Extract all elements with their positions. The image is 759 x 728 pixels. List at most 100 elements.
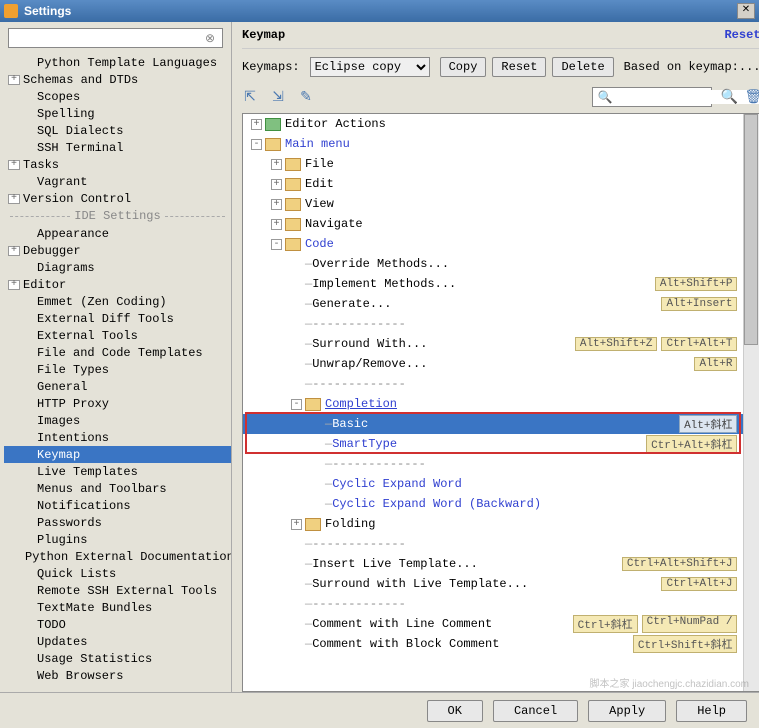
tree-toggle-icon[interactable]: + <box>251 119 262 130</box>
copy-button[interactable]: Copy <box>440 57 487 77</box>
keymap-row[interactable]: — ------------- <box>243 314 743 334</box>
keymap-row[interactable]: — ------------- <box>243 454 743 474</box>
sidebar-item[interactable]: TODO <box>4 616 231 633</box>
help-button[interactable]: Help <box>676 700 747 722</box>
keymap-row[interactable]: +Folding <box>243 514 743 534</box>
sidebar-item[interactable]: Appearance <box>4 225 231 242</box>
apply-button[interactable]: Apply <box>588 700 666 722</box>
keymap-row[interactable]: — Generate...Alt+Insert <box>243 294 743 314</box>
tree-toggle-icon[interactable]: + <box>271 199 282 210</box>
tree-toggle-icon[interactable]: + <box>271 179 282 190</box>
action-search-field[interactable]: 🔍 ⊗ <box>592 87 712 107</box>
keymap-row[interactable]: -Code <box>243 234 743 254</box>
sidebar-item[interactable]: +Schemas and DTDs <box>4 71 231 88</box>
tree-toggle-icon[interactable]: + <box>291 519 302 530</box>
keymap-row[interactable]: +Editor Actions <box>243 114 743 134</box>
sidebar-item[interactable]: File and Code Templates <box>4 344 231 361</box>
keymap-row[interactable]: — Comment with Block CommentCtrl+Shift+斜… <box>243 634 743 654</box>
keymap-row[interactable]: — Unwrap/Remove...Alt+R <box>243 354 743 374</box>
keymap-row[interactable]: — Comment with Line CommentCtrl+斜杠Ctrl+N… <box>243 614 743 634</box>
keymap-row[interactable]: — Cyclic Expand Word <box>243 474 743 494</box>
find-shortcut-icon[interactable]: 🔍 <box>720 89 736 105</box>
sidebar-tree[interactable]: Python Template Languages+Schemas and DT… <box>0 54 231 692</box>
sidebar-item[interactable]: Updates <box>4 633 231 650</box>
keymap-row[interactable]: — BasicAlt+斜杠 <box>243 414 743 434</box>
sidebar-item[interactable]: Spelling <box>4 105 231 122</box>
sidebar-item[interactable]: Passwords <box>4 514 231 531</box>
sidebar-item[interactable]: Live Templates <box>4 463 231 480</box>
sidebar-item[interactable]: Remote SSH External Tools <box>4 582 231 599</box>
sidebar-item[interactable]: Images <box>4 412 231 429</box>
close-icon[interactable]: ✕ <box>737 3 755 19</box>
delete-button[interactable]: Delete <box>552 57 613 77</box>
keymap-tree[interactable]: +Editor Actions-Main menu+File+Edit+View… <box>243 114 743 691</box>
sidebar-item[interactable]: Emmet (Zen Coding) <box>4 293 231 310</box>
filter-icon[interactable]: 🗑 <box>744 89 759 105</box>
expand-all-icon[interactable]: ⇱ <box>242 89 258 105</box>
keymap-row[interactable]: +Edit <box>243 174 743 194</box>
tree-toggle-icon[interactable]: + <box>8 246 20 256</box>
sidebar-item[interactable]: Notifications <box>4 497 231 514</box>
clear-search-icon[interactable]: ⊗ <box>205 31 219 45</box>
cancel-button[interactable]: Cancel <box>493 700 578 722</box>
tree-toggle-icon[interactable]: + <box>8 75 20 85</box>
keymap-row[interactable]: — Insert Live Template...Ctrl+Alt+Shift+… <box>243 554 743 574</box>
sidebar-item[interactable]: +Version Control <box>4 190 231 207</box>
sidebar-item[interactable]: SSH Terminal <box>4 139 231 156</box>
sidebar-item[interactable]: External Tools <box>4 327 231 344</box>
keymap-row[interactable]: — SmartTypeCtrl+Alt+斜杠 <box>243 434 743 454</box>
sidebar-item[interactable]: File Types <box>4 361 231 378</box>
tree-toggle-icon[interactable]: + <box>8 160 20 170</box>
keymap-row[interactable]: — ------------- <box>243 534 743 554</box>
tree-toggle-icon[interactable]: + <box>8 194 20 204</box>
edit-shortcut-icon[interactable]: ✎ <box>298 89 314 105</box>
tree-toggle-icon[interactable]: - <box>271 239 282 250</box>
sidebar-item[interactable]: +Editor <box>4 276 231 293</box>
keymap-row[interactable]: — Override Methods... <box>243 254 743 274</box>
keymap-row[interactable]: — ------------- <box>243 594 743 614</box>
sidebar-item[interactable]: SQL Dialects <box>4 122 231 139</box>
tree-toggle-icon[interactable]: + <box>271 219 282 230</box>
sidebar-item[interactable]: HTTP Proxy <box>4 395 231 412</box>
keymap-select[interactable]: Eclipse copy <box>310 57 430 77</box>
sidebar-item[interactable]: +Tasks <box>4 156 231 173</box>
sidebar-search-input[interactable] <box>8 28 223 48</box>
tree-toggle-icon[interactable]: + <box>8 280 20 290</box>
keymap-row[interactable]: — Surround with Live Template...Ctrl+Alt… <box>243 574 743 594</box>
sidebar-item[interactable]: Keymap <box>4 446 231 463</box>
collapse-all-icon[interactable]: ⇲ <box>270 89 286 105</box>
keymap-row[interactable]: — Implement Methods...Alt+Shift+P <box>243 274 743 294</box>
tree-toggle-icon[interactable]: - <box>251 139 262 150</box>
tree-toggle-icon[interactable]: - <box>291 399 302 410</box>
keymap-row[interactable]: +View <box>243 194 743 214</box>
scrollbar-thumb[interactable] <box>744 114 758 345</box>
keymap-row[interactable]: — Surround With...Alt+Shift+ZCtrl+Alt+T <box>243 334 743 354</box>
keymap-row[interactable]: +Navigate <box>243 214 743 234</box>
sidebar-item[interactable]: Scopes <box>4 88 231 105</box>
sidebar-item[interactable]: Usage Statistics <box>4 650 231 667</box>
sidebar-item[interactable]: Python Template Languages <box>4 54 231 71</box>
keymap-row[interactable]: — Cyclic Expand Word (Backward) <box>243 494 743 514</box>
reset-button[interactable]: Reset <box>492 57 546 77</box>
sidebar-item[interactable]: General <box>4 378 231 395</box>
tree-toggle-icon[interactable]: + <box>271 159 282 170</box>
reset-link[interactable]: Reset <box>724 28 759 42</box>
sidebar-item[interactable]: Diagrams <box>4 259 231 276</box>
keymap-row[interactable]: -Completion <box>243 394 743 414</box>
sidebar-item[interactable]: Python External Documentation <box>4 548 231 565</box>
scrollbar[interactable] <box>743 114 759 691</box>
tree-toggle-icon <box>22 416 34 426</box>
sidebar-item[interactable]: Menus and Toolbars <box>4 480 231 497</box>
sidebar-item[interactable]: Web Browsers <box>4 667 231 684</box>
sidebar-item[interactable]: TextMate Bundles <box>4 599 231 616</box>
keymap-row[interactable]: — ------------- <box>243 374 743 394</box>
sidebar-item[interactable]: Intentions <box>4 429 231 446</box>
sidebar-item[interactable]: Plugins <box>4 531 231 548</box>
keymap-row[interactable]: -Main menu <box>243 134 743 154</box>
sidebar-item[interactable]: External Diff Tools <box>4 310 231 327</box>
sidebar-item[interactable]: Quick Lists <box>4 565 231 582</box>
sidebar-item[interactable]: +Debugger <box>4 242 231 259</box>
ok-button[interactable]: OK <box>427 700 483 722</box>
sidebar-item[interactable]: Vagrant <box>4 173 231 190</box>
keymap-row[interactable]: +File <box>243 154 743 174</box>
